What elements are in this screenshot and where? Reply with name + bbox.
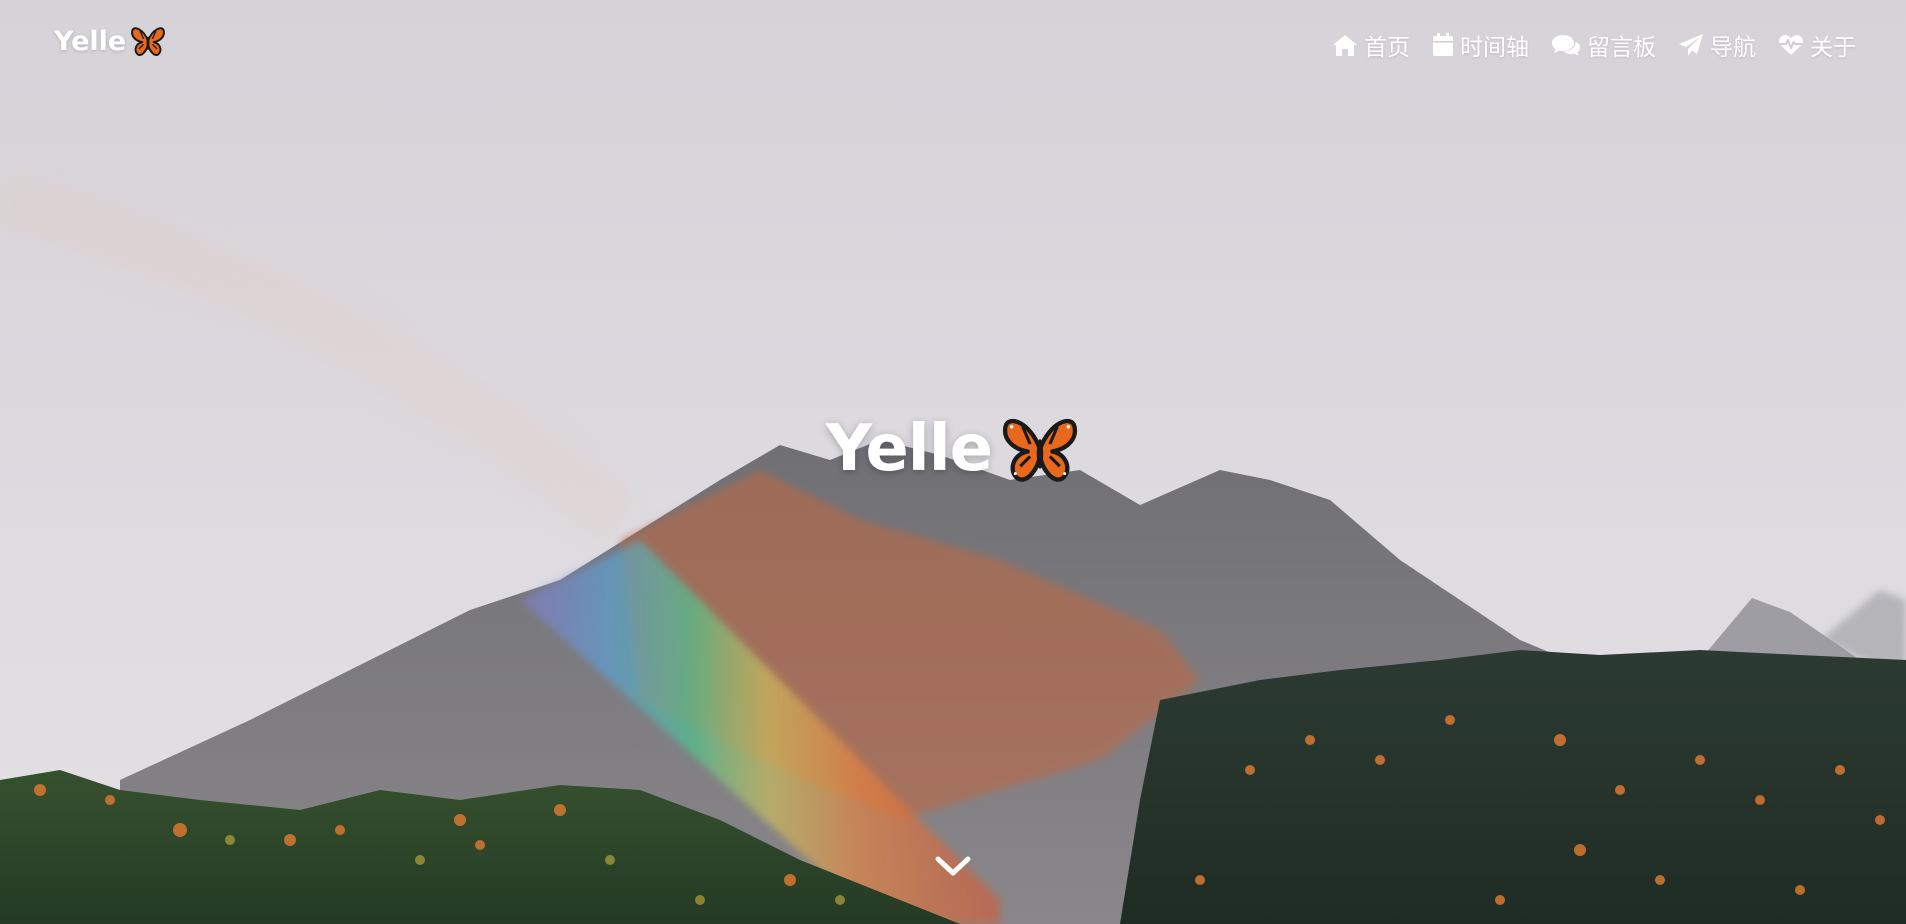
heartbeat-icon: [1779, 35, 1803, 55]
nav-item-label: 留言板: [1587, 35, 1656, 61]
nav-item-label: 导航: [1710, 35, 1756, 61]
hero-title: Yelle: [0, 412, 1906, 486]
paper-plane-icon: [1679, 34, 1703, 56]
nav-item-timeline[interactable]: 时间轴: [1432, 28, 1529, 62]
nav-item-label: 时间轴: [1460, 35, 1529, 61]
nav-item-home[interactable]: 首页: [1332, 28, 1410, 62]
hero-banner: Yelle 首页 时间轴 留言板 导航 关于 Yelle: [0, 0, 1906, 924]
nav-item-guestbook[interactable]: 留言板: [1551, 28, 1656, 62]
nav-item-label: 关于: [1810, 35, 1856, 61]
site-logo-text: Yelle: [54, 25, 127, 57]
nav-item-about[interactable]: 关于: [1778, 28, 1856, 62]
butterfly-icon: [131, 27, 166, 56]
comments-icon: [1552, 35, 1580, 56]
butterfly-icon: [1003, 418, 1078, 482]
nav-item-navigation[interactable]: 导航: [1678, 28, 1756, 62]
nav-item-label: 首页: [1364, 35, 1410, 61]
hero-title-text: Yelle: [825, 412, 993, 486]
calendar-icon: [1433, 33, 1453, 56]
top-navbar: Yelle 首页 时间轴 留言板 导航 关于: [0, 0, 1906, 92]
main-nav: 首页 时间轴 留言板 导航 关于: [1332, 28, 1856, 62]
home-icon: [1333, 35, 1357, 56]
chevron-down-icon[interactable]: [934, 853, 972, 881]
site-logo[interactable]: Yelle: [54, 24, 166, 58]
